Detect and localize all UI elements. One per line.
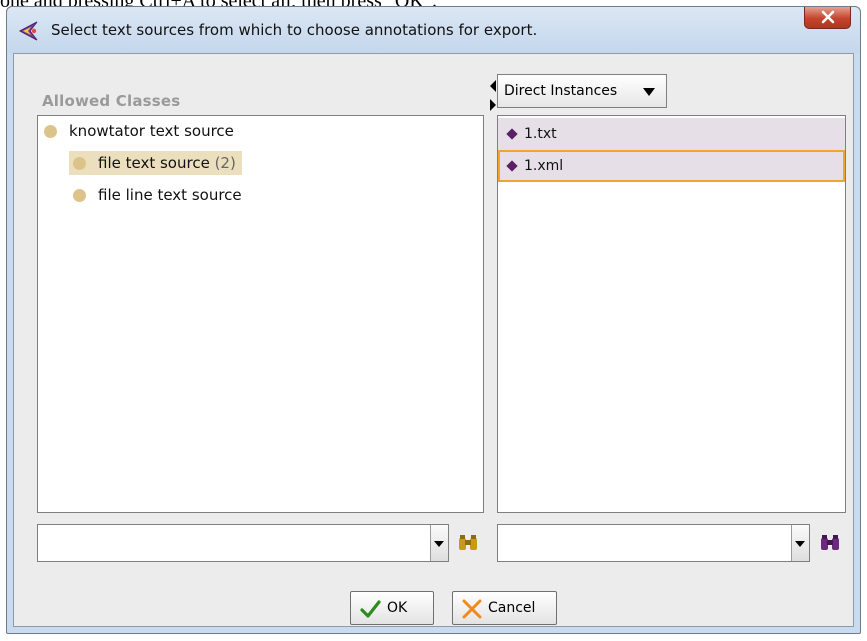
instance-icon [506, 160, 518, 172]
ok-button[interactable]: OK [350, 591, 434, 625]
tree-item-file-text-source[interactable]: file text source (2) [69, 151, 242, 175]
close-icon [821, 10, 835, 24]
checkmark-icon [360, 600, 381, 618]
instance-search-combo[interactable] [497, 524, 810, 562]
instance-label: 1.xml [524, 158, 564, 174]
class-search-combo[interactable] [37, 524, 449, 562]
class-icon [73, 189, 86, 202]
collapse-right-icon[interactable] [490, 99, 496, 111]
class-tree[interactable]: knowtator text source file text source (… [37, 115, 484, 513]
instance-label: 1.txt [524, 126, 557, 142]
instance-list[interactable]: 1.txt 1.xml [497, 115, 846, 513]
chevron-down-icon[interactable] [791, 525, 809, 561]
caret-down-icon [643, 88, 655, 96]
cancel-x-icon [462, 599, 482, 619]
collapse-left-icon[interactable] [490, 80, 496, 92]
allowed-classes-label: Allowed Classes [42, 92, 181, 110]
dialog-content: Allowed Classes knowtator text source fi… [13, 53, 854, 627]
close-button[interactable] [804, 7, 851, 29]
export-source-dialog: Select text sources from which to choose… [6, 6, 861, 634]
tree-item-knowtator-text-source[interactable]: knowtator text source [44, 119, 234, 143]
title-bar[interactable]: Select text sources from which to choose… [7, 7, 860, 53]
tree-item-file-line-text-source[interactable]: file line text source [73, 183, 242, 207]
tree-item-label: file text source [98, 154, 210, 172]
cancel-label: Cancel [488, 600, 536, 616]
instance-item-1-txt[interactable]: 1.txt [498, 118, 845, 150]
protege-app-icon [18, 21, 38, 41]
cancel-button[interactable]: Cancel [452, 591, 557, 625]
ok-label: OK [387, 600, 408, 616]
chevron-down-icon[interactable] [430, 525, 448, 561]
dropdown-label: Direct Instances [504, 83, 618, 99]
instances-view-dropdown[interactable]: Direct Instances [497, 74, 667, 108]
binoculars-icon[interactable] [458, 535, 478, 551]
instance-icon [506, 128, 518, 140]
class-icon [73, 157, 86, 170]
instance-count: (2) [214, 154, 236, 172]
tree-item-label: file line text source [98, 186, 242, 204]
binoculars-icon[interactable] [820, 535, 840, 551]
dialog-title: Select text sources from which to choose… [51, 21, 538, 39]
instance-item-1-xml[interactable]: 1.xml [498, 150, 845, 182]
class-icon [44, 125, 57, 138]
tree-item-label: knowtator text source [69, 122, 234, 140]
